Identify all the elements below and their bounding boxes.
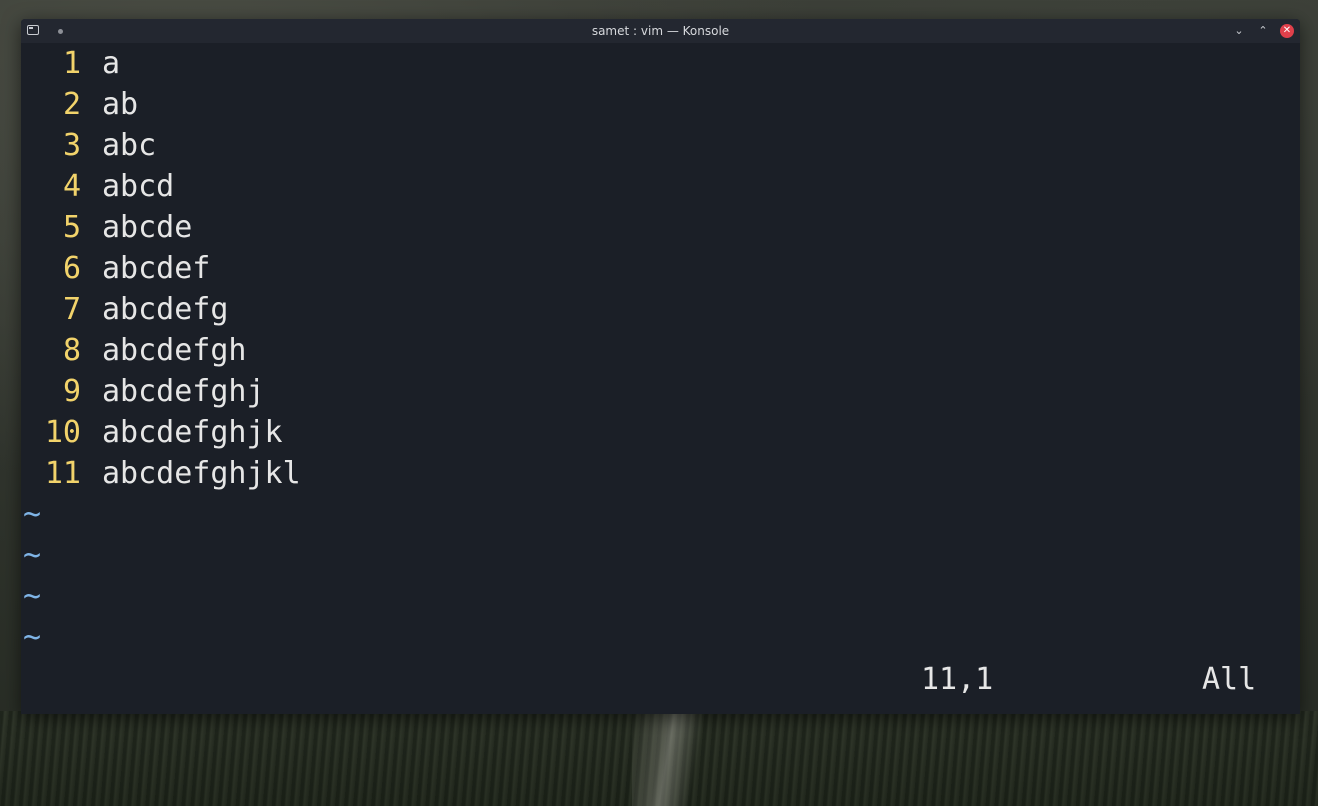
window-titlebar[interactable]: samet : vim — Konsole ⌄ ⌃ ✕ [21,19,1300,43]
editor-line[interactable]: 2 ab [21,84,138,125]
line-text: abcdefghj [102,374,265,409]
line-number: 1 [62,46,81,81]
editor-line[interactable]: 7 abcdefg [21,289,229,330]
minimize-icon[interactable]: ⌄ [1232,24,1246,38]
line-text: abcdefghjkl [102,456,301,491]
empty-line-marker: ~ [23,620,42,655]
editor-line[interactable]: 1a [21,43,120,84]
line-number: 8 [62,333,81,368]
konsole-window[interactable]: samet : vim — Konsole ⌄ ⌃ ✕ 1a 2 ab 3 abc … [21,19,1300,714]
empty-line-marker: ~ [23,579,42,614]
line-text: abcdefgh [102,333,247,368]
cursor-position-status: 11,1 [921,662,994,697]
line-text: ab [102,87,139,122]
line-text: abcde [102,210,193,245]
vim-editor[interactable]: 1a 2 ab 3 abc 4 abcd 5 abcde 6 abcdef 7 abcdef… [21,43,1300,714]
editor-line[interactable]: 5 abcde [21,207,192,248]
window-title: samet : vim — Konsole [591,24,730,38]
pin-dot-icon[interactable] [58,29,63,34]
editor-line[interactable]: 3 abc [21,125,156,166]
window-controls: ⌄ ⌃ ✕ [1232,19,1294,43]
line-number: 2 [62,87,81,122]
line-number: 7 [62,292,81,327]
line-number: 10 [44,415,81,450]
editor-line[interactable]: 8 abcdefgh [21,330,247,371]
line-text: abcdef [102,251,211,286]
line-text: abcd [102,169,175,204]
editor-line[interactable]: 11 abcdefghjkl [21,453,301,494]
maximize-icon[interactable]: ⌃ [1256,24,1270,38]
close-icon[interactable]: ✕ [1280,24,1294,38]
line-number: 11 [44,456,81,491]
line-text: abc [102,128,157,163]
editor-line[interactable]: 10 abcdefghjk [21,412,283,453]
line-text: abcdefghjk [102,415,283,450]
line-text: abcdefg [102,292,229,327]
editor-line[interactable]: 4 abcd [21,166,174,207]
terminal-app-icon[interactable] [27,25,39,35]
line-number: 9 [62,374,81,409]
editor-line[interactable]: 6 abcdef [21,248,210,289]
line-number: 5 [62,210,81,245]
desktop-wallpaper-road [632,711,702,806]
line-number: 4 [62,169,81,204]
line-number: 6 [62,251,81,286]
line-number: 3 [62,128,81,163]
line-text: a [102,46,121,81]
scroll-position-status: All [1202,662,1257,697]
empty-line-marker: ~ [23,538,42,573]
empty-line-marker: ~ [23,497,42,532]
editor-line[interactable]: 9 abcdefghj [21,371,265,412]
